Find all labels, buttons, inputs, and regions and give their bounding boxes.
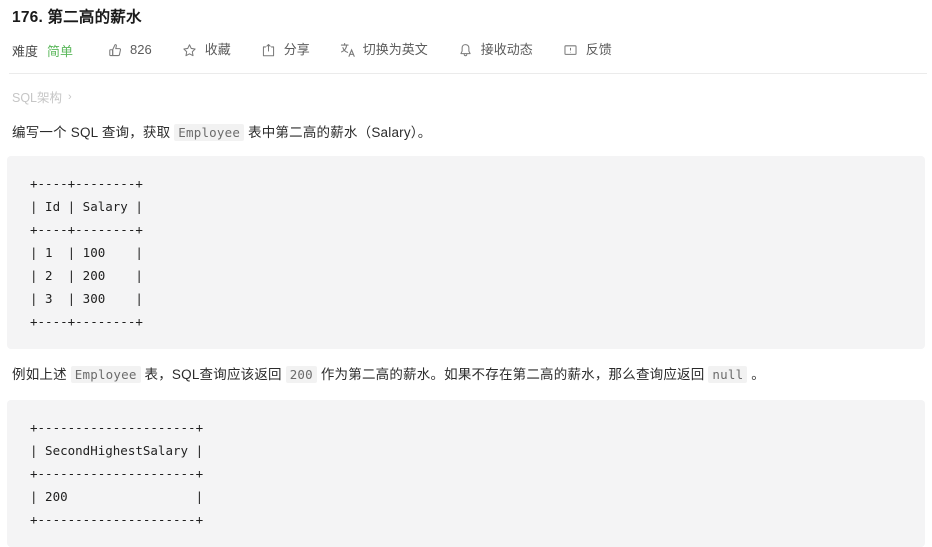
result-table-content: +---------------------+ | SecondHighestS… xyxy=(30,420,204,527)
inline-code-employee-1: Employee xyxy=(174,124,245,141)
breadcrumb-item-sql-schema[interactable]: SQL架构 xyxy=(12,87,62,106)
employee-table-content: +----+--------+ | Id | Salary | +----+--… xyxy=(30,176,143,329)
favorite-button[interactable]: 收藏 xyxy=(182,42,231,58)
code-block-result-table: +---------------------+ | SecondHighestS… xyxy=(7,400,925,547)
description-text-2c: 作为第二高的薪水。如果不存在第二高的薪水，那么查询应返回 xyxy=(316,367,709,382)
thumbs-up-icon xyxy=(107,42,123,58)
feedback-button[interactable]: 反馈 xyxy=(563,42,612,58)
star-icon xyxy=(182,42,198,58)
subscribe-group[interactable]: 接收动态 xyxy=(458,42,533,58)
description-text-2a: 例如上述 xyxy=(12,367,71,382)
description-text-1a: 编写一个 SQL 查询，获取 xyxy=(12,125,175,140)
page-title: 176. 第二高的薪水 xyxy=(12,9,142,26)
difficulty-label: 难度 xyxy=(12,43,39,59)
like-group[interactable]: 826 xyxy=(107,42,152,58)
description-text-2b: 表，SQL查询应该返回 xyxy=(140,367,286,382)
subscribe-button[interactable]: 接收动态 xyxy=(458,42,533,58)
problem-toolbar: 难度 简单 826 收藏 分享 切换为英文 接收动态 反馈 xyxy=(7,29,925,63)
difficulty-group: 难度 简单 xyxy=(12,41,73,60)
translate-label: 切换为英文 xyxy=(362,42,428,57)
description-text-2d: 。 xyxy=(747,367,765,382)
subscribe-label: 接收动态 xyxy=(480,42,533,57)
share-group[interactable]: 分享 xyxy=(261,42,310,58)
share-icon xyxy=(261,42,277,58)
code-block-employee-table: +----+--------+ | Id | Salary | +----+--… xyxy=(7,156,925,349)
feedback-label: 反馈 xyxy=(585,42,612,57)
bell-icon xyxy=(458,42,474,58)
inline-code-null: null xyxy=(708,366,748,383)
inline-code-employee-2: Employee xyxy=(70,366,141,383)
difficulty-value: 简单 xyxy=(47,43,74,59)
like-count: 826 xyxy=(130,42,152,57)
feedback-group[interactable]: 反馈 xyxy=(563,42,612,58)
description-paragraph-1: 编写一个 SQL 查询，获取 Employee 表中第二高的薪水（Salary）… xyxy=(7,122,925,144)
favorite-group[interactable]: 收藏 xyxy=(182,42,231,58)
chevron-right-icon: › xyxy=(68,90,72,103)
problem-page: 176. 第二高的薪水 难度 简单 826 收藏 分享 切换为英文 接收动态 反… xyxy=(0,0,932,547)
translate-icon xyxy=(340,42,356,58)
feedback-icon xyxy=(563,42,579,58)
favorite-label: 收藏 xyxy=(204,42,231,57)
share-button[interactable]: 分享 xyxy=(261,42,310,58)
like-button[interactable]: 826 xyxy=(107,42,152,58)
translate-button[interactable]: 切换为英文 xyxy=(340,42,428,58)
description-text-1b: 表中第二高的薪水（Salary）。 xyxy=(244,125,432,140)
inline-code-200: 200 xyxy=(285,366,317,383)
description-paragraph-2: 例如上述 Employee 表，SQL查询应该返回 200 作为第二高的薪水。如… xyxy=(7,364,925,386)
breadcrumb: SQL架构 › xyxy=(7,74,925,106)
share-label: 分享 xyxy=(283,42,310,57)
translate-group[interactable]: 切换为英文 xyxy=(340,42,428,58)
